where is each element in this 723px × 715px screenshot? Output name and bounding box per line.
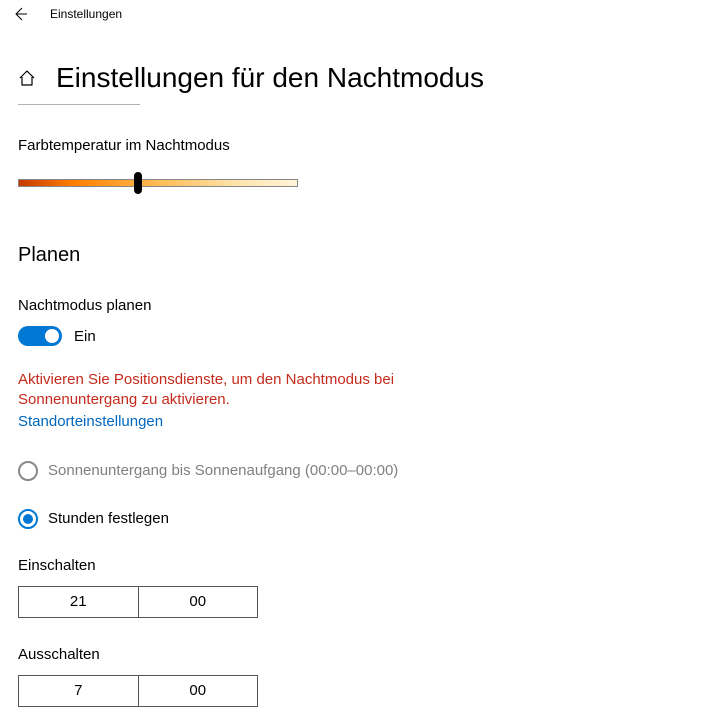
toggle-knob xyxy=(45,329,59,343)
home-button[interactable] xyxy=(18,69,36,87)
turn-on-time-picker: 21 00 xyxy=(18,586,258,618)
color-temp-slider[interactable] xyxy=(18,174,298,192)
slider-track xyxy=(18,179,298,187)
turn-off-time-picker: 7 00 xyxy=(18,675,258,707)
schedule-heading: Planen xyxy=(18,244,705,267)
schedule-plan-label: Nachtmodus planen xyxy=(18,297,705,314)
radio-sunset-label: Sonnenuntergang bis Sonnenaufgang (00:00… xyxy=(48,462,398,479)
turn-off-label: Ausschalten xyxy=(18,646,705,663)
toggle-state-label: Ein xyxy=(74,328,96,345)
page-title: Einstellungen für den Nachtmodus xyxy=(56,62,484,94)
header-title: Einstellungen xyxy=(50,7,122,21)
turn-off-hour[interactable]: 7 xyxy=(18,675,139,707)
back-button[interactable] xyxy=(10,4,30,24)
color-temp-label: Farbtemperatur im Nachtmodus xyxy=(18,137,705,154)
home-icon xyxy=(18,69,36,87)
turn-on-label: Einschalten xyxy=(18,557,705,574)
radio-set-hours-label[interactable]: Stunden festlegen xyxy=(48,510,169,527)
schedule-toggle[interactable] xyxy=(18,326,62,346)
turn-on-minute[interactable]: 00 xyxy=(139,586,259,618)
location-settings-link[interactable]: Standorteinstellungen xyxy=(18,413,163,430)
turn-on-hour[interactable]: 21 xyxy=(18,586,139,618)
radio-set-hours[interactable] xyxy=(18,509,38,529)
title-underline xyxy=(18,104,140,105)
radio-sunset xyxy=(18,461,38,481)
arrow-left-icon xyxy=(12,6,28,22)
turn-off-minute[interactable]: 00 xyxy=(139,675,259,707)
location-warning: Aktivieren Sie Positionsdienste, um den … xyxy=(18,370,438,411)
slider-thumb[interactable] xyxy=(134,172,142,194)
